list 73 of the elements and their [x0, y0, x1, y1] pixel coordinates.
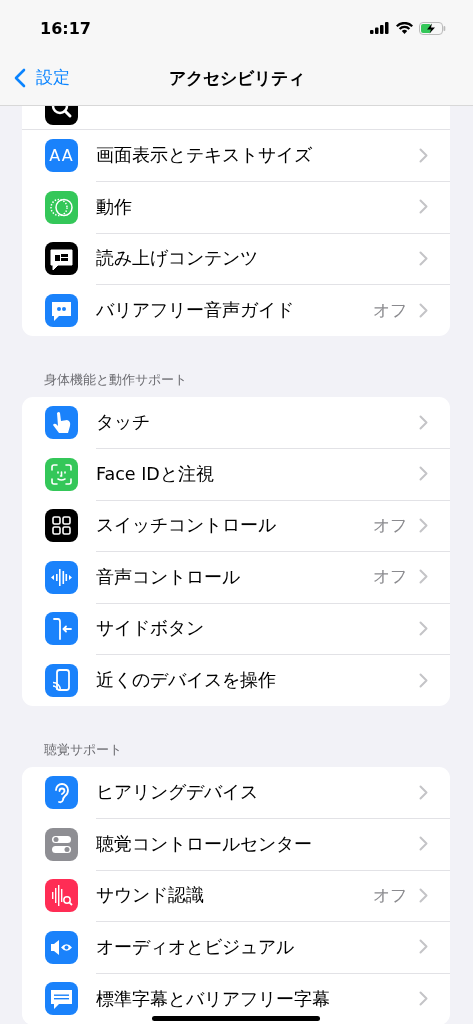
row-value: オフ — [373, 513, 407, 537]
chevron-icon — [419, 672, 428, 688]
row-label: ヒアリングデバイス — [96, 781, 259, 805]
row-label: 動作 — [96, 195, 133, 219]
row-value: オフ — [373, 565, 407, 589]
section-header: 聴覚サポート — [43, 741, 123, 759]
row-label: バリアフリー音声ガイド — [96, 299, 295, 323]
row-label: 画面表示とテキストサイズ — [96, 144, 313, 168]
grid-icon — [45, 509, 78, 543]
row-value: オフ — [373, 298, 407, 322]
row-label: 近くのデバイスを操作 — [96, 669, 277, 693]
settings-row[interactable]: 標準字幕とバリアフリー字幕 — [22, 973, 450, 1024]
chevron-icon — [419, 147, 428, 163]
ear-icon — [45, 776, 78, 810]
settings-row[interactable]: タッチ — [22, 397, 450, 449]
row-label: 音声コントロール — [96, 565, 241, 589]
row-label: 聴覚コントロールセンター — [96, 832, 313, 856]
quote-bubble-icon — [45, 293, 78, 327]
settings-row[interactable]: ヒアリングデバイス — [22, 767, 450, 819]
settings-row[interactable]: スイッチコントロール オフ — [22, 500, 450, 552]
settings-row[interactable]: 音声コントロール オフ — [22, 551, 450, 603]
caption-bubble-icon — [45, 982, 78, 1016]
text-size-icon: AA — [45, 139, 78, 173]
chevron-icon — [419, 517, 428, 533]
chevron-icon — [419, 784, 428, 800]
waveform-icon — [45, 560, 78, 594]
side-button-icon — [45, 612, 78, 646]
signal-icon — [370, 22, 390, 34]
chevron-icon — [419, 836, 428, 852]
chevron-icon — [419, 991, 428, 1007]
settings-row[interactable]: 近くのデバイスを操作 — [22, 654, 450, 706]
hand-icon — [45, 406, 78, 440]
wifi-icon — [396, 22, 413, 34]
row-label: 標準字幕とバリアフリー字幕 — [96, 987, 331, 1011]
chevron-icon — [419, 887, 428, 903]
page-title: アクセシビリティ — [168, 67, 305, 90]
row-label: サイドボタン — [96, 617, 205, 641]
sound-search-icon — [45, 879, 78, 913]
phone-icon — [45, 663, 78, 697]
settings-row[interactable]: サウンド認識 オフ — [22, 870, 450, 922]
settings-row[interactable]: 読み上げコンテンツ — [22, 233, 450, 285]
settings-row[interactable]: バリアフリー音声ガイド オフ — [22, 284, 450, 336]
back-icon — [14, 67, 26, 88]
chevron-icon — [419, 414, 428, 430]
back-button[interactable]: 設定 — [14, 66, 70, 89]
settings-row[interactable]: 聴覚コントロールセンター — [22, 818, 450, 870]
circles-icon — [45, 190, 78, 224]
toggles-icon — [45, 827, 78, 861]
section-header: 身体機能と動作サポート — [43, 371, 188, 389]
settings-row[interactable]: 動作 — [22, 181, 450, 233]
chevron-icon — [419, 620, 428, 636]
settings-row[interactable]: Face IDと注視 — [22, 448, 450, 500]
row-label: サウンド認識 — [96, 884, 205, 908]
chevron-icon — [419, 466, 428, 482]
row-value: オフ — [373, 883, 407, 907]
speech-bubble-icon — [45, 242, 78, 276]
chevron-icon — [419, 199, 428, 215]
chevron-icon — [419, 250, 428, 266]
settings-row[interactable]: オーディオとビジュアル — [22, 921, 450, 973]
status-time: 16:17 — [40, 17, 91, 38]
settings-row[interactable]: AA 画面表示とテキストサイズ — [22, 130, 450, 182]
row-label: Face IDと注視 — [96, 462, 215, 486]
chevron-icon — [419, 939, 428, 955]
chevron-icon — [419, 569, 428, 585]
speaker-eye-icon — [45, 930, 78, 964]
chevron-icon — [419, 302, 428, 318]
battery-icon — [419, 21, 446, 35]
face-icon — [45, 457, 78, 491]
row-label: 読み上げコンテンツ — [96, 247, 259, 271]
row-label: オーディオとビジュアル — [96, 935, 295, 959]
row-label: スイッチコントロール — [96, 514, 277, 538]
settings-row[interactable]: サイドボタン — [22, 603, 450, 655]
row-label: タッチ — [96, 411, 151, 435]
